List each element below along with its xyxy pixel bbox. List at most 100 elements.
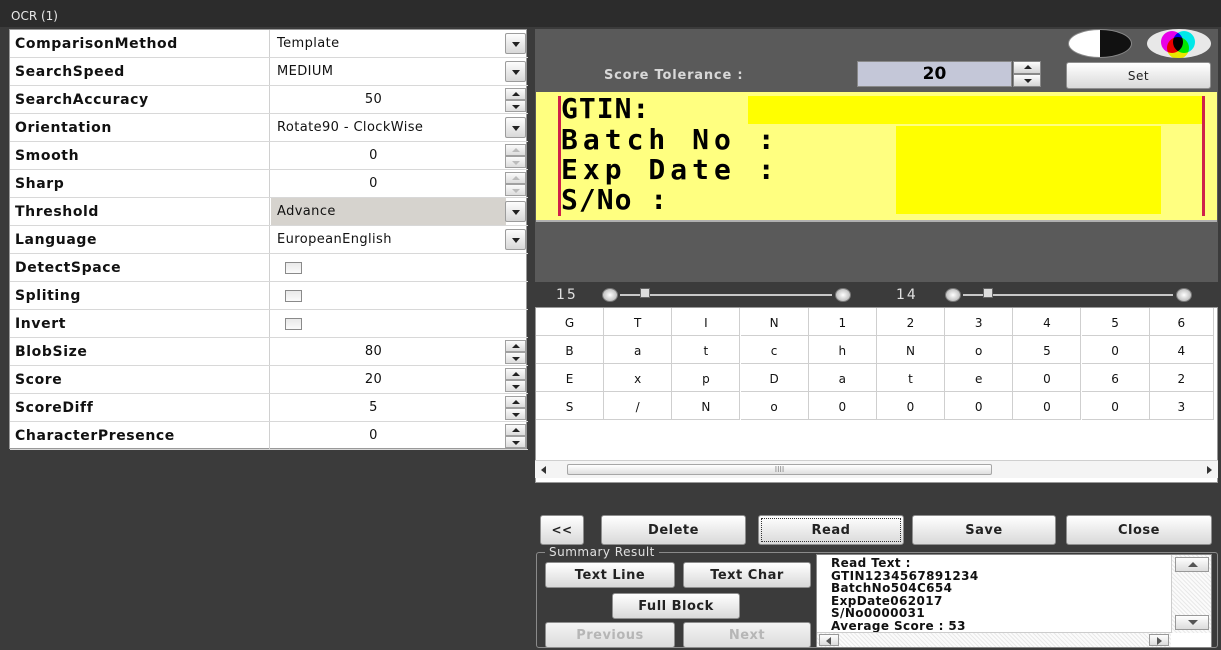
value-spinner[interactable] — [505, 368, 526, 392]
spin-down-icon[interactable] — [505, 436, 526, 448]
property-value[interactable]: Advance — [271, 198, 506, 225]
slider-thumb[interactable] — [983, 288, 993, 298]
scroll-right-icon[interactable] — [1207, 466, 1212, 474]
slider-thumb[interactable] — [640, 288, 650, 298]
chevron-down-icon[interactable] — [505, 117, 526, 138]
value-spinner[interactable] — [505, 88, 526, 112]
char-cell[interactable]: 2 — [1149, 364, 1214, 392]
char-cell[interactable]: o — [740, 392, 809, 420]
property-value[interactable] — [271, 310, 506, 337]
slider-track[interactable] — [620, 294, 832, 296]
char-cell[interactable]: S — [536, 392, 604, 420]
property-value[interactable]: 20 — [271, 366, 506, 393]
property-value[interactable]: MEDIUM — [271, 58, 506, 85]
char-cell[interactable]: 5 — [1081, 308, 1150, 336]
value-spinner[interactable] — [505, 396, 526, 420]
char-cell[interactable]: t — [672, 336, 741, 364]
property-value[interactable]: 5 — [271, 394, 506, 421]
char-cell[interactable]: t — [877, 364, 945, 392]
read-result-textbox[interactable]: Read Text : GTIN1234567891234 BatchNo504C6… — [816, 554, 1212, 648]
char-cell[interactable]: p — [672, 364, 741, 392]
close-button[interactable]: Close — [1066, 515, 1212, 545]
spin-up-icon[interactable] — [505, 88, 526, 100]
slider-track[interactable] — [963, 294, 1173, 296]
char-cell[interactable]: 6 — [1149, 308, 1214, 336]
char-cell[interactable]: 2 — [877, 308, 945, 336]
save-button[interactable]: Save — [912, 515, 1056, 545]
spin-up-icon[interactable] — [505, 144, 526, 156]
char-cell[interactable]: 0 — [1081, 336, 1150, 364]
char-cell[interactable]: 0 — [808, 392, 877, 420]
property-value[interactable]: Template — [271, 30, 506, 57]
chevron-down-icon[interactable] — [505, 201, 526, 222]
set-button[interactable]: Set — [1066, 62, 1211, 89]
result-horizontal-scrollbar[interactable] — [817, 632, 1171, 647]
spin-up-icon[interactable] — [505, 340, 526, 352]
value-spinner[interactable] — [505, 144, 526, 168]
spin-up-icon[interactable] — [505, 368, 526, 380]
text-char-button[interactable]: Text Char — [683, 562, 811, 588]
property-value[interactable]: 0 — [271, 170, 506, 197]
char-cell[interactable]: 0 — [945, 392, 1014, 420]
scroll-up-icon[interactable] — [1175, 557, 1209, 572]
char-cell[interactable]: N — [672, 392, 741, 420]
property-value[interactable] — [271, 254, 506, 281]
grayscale-mode-icon[interactable] — [1068, 29, 1132, 58]
chevron-down-icon[interactable] — [505, 33, 526, 54]
score-tolerance-spinner[interactable] — [1013, 61, 1041, 87]
char-cell[interactable]: 0 — [877, 392, 945, 420]
spin-up-icon[interactable] — [505, 424, 526, 436]
char-cell[interactable]: E — [536, 364, 604, 392]
scroll-left-icon[interactable] — [819, 634, 839, 646]
property-value[interactable]: 80 — [271, 338, 506, 365]
char-cell[interactable]: T — [604, 308, 673, 336]
char-cell[interactable]: G — [536, 308, 604, 336]
next-button[interactable]: Next — [683, 622, 811, 648]
char-cell[interactable]: c — [740, 336, 809, 364]
grid-horizontal-scrollbar[interactable]: IIII — [535, 460, 1218, 478]
spin-down-icon[interactable] — [505, 380, 526, 392]
property-checkbox[interactable] — [285, 290, 302, 302]
char-cell[interactable]: 3 — [945, 308, 1014, 336]
score-tolerance-input[interactable]: 20 — [857, 61, 1012, 87]
scroll-down-icon[interactable] — [1175, 615, 1209, 630]
char-cell[interactable]: 3 — [1149, 392, 1214, 420]
value-spinner[interactable] — [505, 424, 526, 448]
char-cell[interactable]: N — [877, 336, 945, 364]
char-cell[interactable]: e — [945, 364, 1014, 392]
char-cell[interactable]: 5 — [1013, 336, 1082, 364]
char-cell[interactable]: 6 — [1081, 364, 1150, 392]
char-cell[interactable]: N — [740, 308, 809, 336]
char-cell[interactable]: B — [536, 336, 604, 364]
spin-down-icon[interactable] — [505, 184, 526, 196]
scroll-thumb[interactable]: IIII — [567, 464, 992, 475]
delete-button[interactable]: Delete — [601, 515, 746, 545]
back-button[interactable]: << — [540, 515, 584, 545]
chevron-down-icon[interactable] — [505, 229, 526, 250]
property-value[interactable]: Rotate90 - ClockWise — [271, 114, 506, 141]
spin-down-icon[interactable] — [505, 156, 526, 168]
result-vertical-scrollbar[interactable] — [1171, 555, 1211, 633]
property-checkbox[interactable] — [285, 262, 302, 274]
property-value[interactable] — [271, 282, 506, 309]
previous-button[interactable]: Previous — [545, 622, 675, 648]
full-block-button[interactable]: Full Block — [612, 593, 740, 619]
property-value[interactable]: 0 — [271, 422, 506, 449]
char-cell[interactable]: o — [945, 336, 1014, 364]
char-cell[interactable]: 0 — [1013, 392, 1082, 420]
char-cell[interactable]: x — [604, 364, 673, 392]
spin-down-icon[interactable] — [505, 408, 526, 420]
zoom-in-icon[interactable] — [1176, 288, 1192, 302]
chevron-down-icon[interactable] — [505, 61, 526, 82]
char-cell[interactable]: 0 — [1081, 392, 1150, 420]
char-cell[interactable]: I — [672, 308, 741, 336]
scroll-right-icon[interactable] — [1149, 634, 1169, 646]
spin-down-icon[interactable] — [505, 100, 526, 112]
zoom-out-icon[interactable] — [945, 288, 961, 302]
char-cell[interactable]: D — [740, 364, 809, 392]
zoom-out-icon[interactable] — [602, 288, 618, 302]
char-cell[interactable]: a — [808, 364, 877, 392]
scroll-left-icon[interactable] — [541, 466, 546, 474]
spin-up-icon[interactable] — [1013, 61, 1041, 74]
zoom-in-icon[interactable] — [835, 288, 851, 302]
